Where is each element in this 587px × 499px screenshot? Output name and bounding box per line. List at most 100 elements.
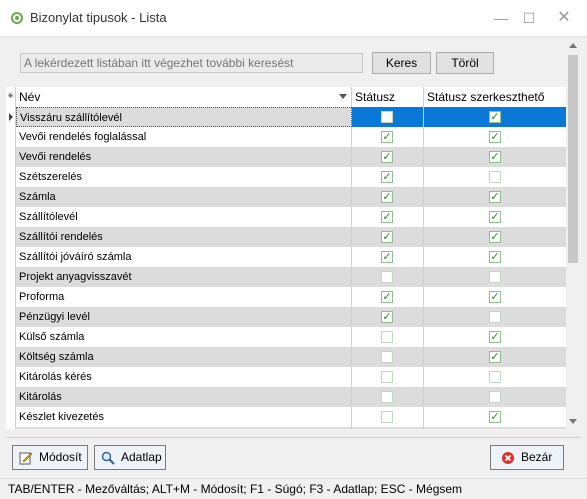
editable-checkbox[interactable]: ✓ — [489, 291, 501, 303]
cell-name[interactable]: Visszáru szállítólevél — [16, 107, 352, 127]
modify-button[interactable]: Módosít — [12, 445, 88, 470]
cell-name[interactable]: Kitárolás — [16, 387, 352, 407]
cell-name[interactable]: Szétszerelés — [16, 167, 352, 187]
editable-checkbox[interactable]: ✓ — [489, 351, 501, 363]
datasheet-button[interactable]: Adatlap — [94, 445, 166, 470]
row-indicator[interactable] — [6, 147, 16, 167]
search-input[interactable] — [20, 53, 363, 73]
editable-checkbox[interactable] — [489, 271, 501, 283]
row-indicator[interactable] — [6, 327, 16, 347]
editable-checkbox[interactable]: ✓ — [489, 151, 501, 163]
column-header-editable[interactable]: Státusz szerkeszthető — [424, 87, 566, 107]
cell-name[interactable]: Projekt anyagvisszavét — [16, 267, 352, 287]
status-checkbox[interactable]: ✓ — [381, 311, 393, 323]
editable-checkbox[interactable]: ✓ — [489, 131, 501, 143]
editable-checkbox[interactable]: ✓ — [489, 251, 501, 263]
status-checkbox[interactable]: ✓ — [381, 251, 393, 263]
row-header-corner[interactable]: ⁕ — [6, 87, 16, 107]
cell-name[interactable]: Proforma — [16, 287, 352, 307]
row-indicator[interactable] — [6, 367, 16, 387]
status-checkbox[interactable] — [381, 271, 393, 283]
cell-name[interactable]: Számla — [16, 187, 352, 207]
table-row[interactable]: Kitárolás kérés — [6, 367, 566, 387]
status-checkbox[interactable]: ✓ — [381, 191, 393, 203]
clear-button[interactable]: Töröl — [436, 52, 494, 74]
cell-name[interactable]: Külső számla — [16, 327, 352, 347]
status-checkbox[interactable] — [381, 351, 393, 363]
status-checkbox[interactable] — [381, 331, 393, 343]
editable-checkbox[interactable]: ✓ — [489, 211, 501, 223]
row-indicator[interactable] — [6, 207, 16, 227]
editable-checkbox[interactable] — [489, 371, 501, 383]
cell-name[interactable]: Költség számla — [16, 347, 352, 367]
editable-checkbox[interactable]: ✓ — [489, 411, 501, 423]
status-checkbox[interactable]: ✓ — [381, 171, 393, 183]
row-indicator[interactable] — [6, 167, 16, 187]
table-row[interactable]: Visszáru szállítólevél ✓ — [6, 107, 566, 127]
table-row[interactable]: Vevői rendelés ✓ ✓ — [6, 147, 566, 167]
table-row[interactable]: Projekt anyagvisszavét — [6, 267, 566, 287]
editable-checkbox[interactable]: ✓ — [489, 191, 501, 203]
row-indicator[interactable] — [6, 187, 16, 207]
column-header-name[interactable]: Név — [16, 87, 352, 107]
editable-checkbox[interactable] — [489, 171, 501, 183]
row-indicator[interactable] — [6, 227, 16, 247]
close-window-button[interactable]: ✕ — [549, 6, 579, 30]
table-row[interactable]: Proforma ✓ ✓ — [6, 287, 566, 307]
status-checkbox[interactable]: ✓ — [381, 211, 393, 223]
row-indicator[interactable] — [6, 307, 16, 327]
table-row[interactable]: Pénzügyi levél ✓ — [6, 307, 566, 327]
status-checkbox[interactable] — [381, 111, 393, 123]
scroll-down-icon[interactable] — [569, 419, 577, 424]
editable-checkbox[interactable] — [489, 391, 501, 403]
row-indicator[interactable] — [6, 127, 16, 147]
maximize-button[interactable]: ☐ — [514, 6, 544, 30]
cell-name[interactable]: Szállítói jóváíró számla — [16, 247, 352, 267]
status-checkbox[interactable]: ✓ — [381, 131, 393, 143]
close-button[interactable]: Bezár — [490, 445, 564, 470]
status-checkbox[interactable] — [381, 411, 393, 423]
cell-name[interactable]: Vevői rendelés foglalással — [16, 127, 352, 147]
row-indicator[interactable] — [6, 407, 16, 427]
search-button[interactable]: Keres — [372, 52, 431, 74]
table-row[interactable]: Szállítólevél ✓ ✓ — [6, 207, 566, 227]
cell-name[interactable]: Szállítólevél — [16, 207, 352, 227]
cell-name[interactable]: Készlet kivezetés — [16, 407, 352, 427]
table-row[interactable]: Szállítói jóváíró számla ✓ ✓ — [6, 247, 566, 267]
table-row[interactable]: Költség számla ✓ — [6, 347, 566, 367]
cell-name[interactable]: Szállítói rendelés — [16, 227, 352, 247]
minimize-button[interactable]: — — [486, 6, 516, 30]
editable-checkbox[interactable]: ✓ — [489, 331, 501, 343]
table-row[interactable]: Vevői rendelés foglalással ✓ ✓ — [6, 127, 566, 147]
table-row[interactable]: Külső számla ✓ — [6, 327, 566, 347]
row-indicator[interactable] — [6, 287, 16, 307]
table-row[interactable]: Készlet kivezetés ✓ — [6, 407, 566, 427]
row-indicator[interactable] — [6, 247, 16, 267]
scroll-up-icon[interactable] — [569, 43, 577, 48]
status-checkbox[interactable]: ✓ — [381, 151, 393, 163]
status-checkbox[interactable] — [381, 391, 393, 403]
row-indicator[interactable] — [6, 427, 16, 429]
table-row[interactable]: Kitárolás — [6, 387, 566, 407]
cell-name[interactable]: Pénzügyi levél — [16, 307, 352, 327]
cell-name[interactable]: Vevői rendelés — [16, 147, 352, 167]
status-checkbox[interactable]: ✓ — [381, 291, 393, 303]
row-indicator[interactable] — [6, 267, 16, 287]
table-row[interactable]: Készlet bevezetés ✓ — [6, 427, 566, 429]
row-indicator[interactable] — [6, 107, 16, 127]
editable-checkbox[interactable] — [489, 311, 501, 323]
column-header-status[interactable]: Státusz enge — [352, 87, 424, 124]
row-indicator[interactable] — [6, 387, 16, 407]
scroll-thumb[interactable] — [568, 55, 578, 263]
table-row[interactable]: Szállítói rendelés ✓ ✓ — [6, 227, 566, 247]
table-row[interactable]: Számla ✓ ✓ — [6, 187, 566, 207]
editable-checkbox[interactable]: ✓ — [489, 231, 501, 243]
status-checkbox[interactable] — [381, 371, 393, 383]
table-row[interactable]: Szétszerelés ✓ — [6, 167, 566, 187]
cell-name[interactable]: Készlet bevezetés — [16, 427, 352, 429]
editable-checkbox[interactable]: ✓ — [489, 111, 501, 123]
row-indicator[interactable] — [6, 347, 16, 367]
vertical-scrollbar[interactable] — [566, 37, 580, 429]
cell-name[interactable]: Kitárolás kérés — [16, 367, 352, 387]
status-checkbox[interactable]: ✓ — [381, 231, 393, 243]
